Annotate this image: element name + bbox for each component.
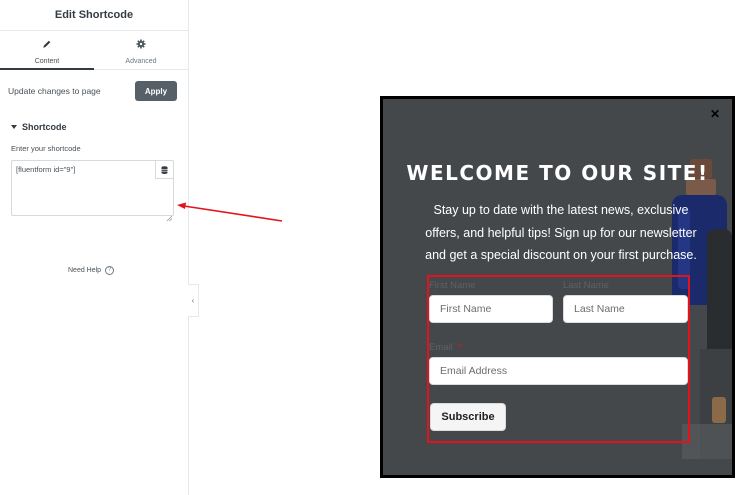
shortcode-textarea[interactable]: [fluentform id="9"] bbox=[11, 160, 174, 222]
resize-handle[interactable] bbox=[166, 208, 173, 222]
panel-tabs: Content Advanced bbox=[0, 31, 188, 70]
popup-title: WELCOME TO OUR SITE! bbox=[406, 161, 709, 185]
popup-description: Stay up to date with the latest news, ex… bbox=[425, 203, 697, 262]
panel-title: Edit Shortcode bbox=[54, 9, 134, 21]
tab-advanced-label: Advanced bbox=[125, 57, 157, 65]
question-icon: ? bbox=[105, 266, 115, 275]
tab-content-label: Content bbox=[34, 57, 60, 65]
update-row: Update changes to page Apply bbox=[0, 70, 188, 112]
last-name-label: Last Name bbox=[563, 280, 609, 291]
email-label-group: Email * bbox=[429, 342, 461, 353]
close-icon[interactable]: ✕ bbox=[710, 108, 720, 120]
shortcode-value: [fluentform id="9"] bbox=[16, 165, 76, 174]
email-input[interactable] bbox=[429, 357, 688, 385]
tab-advanced[interactable]: Advanced bbox=[94, 31, 188, 69]
collapse-panel-button[interactable]: ‹ bbox=[188, 284, 199, 317]
email-label: Email bbox=[429, 342, 453, 353]
section-title: Shortcode bbox=[22, 122, 67, 132]
update-changes-label: Update changes to page bbox=[8, 86, 101, 96]
tab-content[interactable]: Content bbox=[0, 31, 94, 70]
gear-icon bbox=[136, 36, 146, 54]
database-icon bbox=[161, 161, 168, 179]
subscription-form: First Name Last Name Email * Subscribe bbox=[427, 275, 690, 443]
first-name-label: First Name bbox=[429, 280, 476, 291]
last-name-input[interactable] bbox=[563, 295, 688, 323]
apply-button[interactable]: Apply bbox=[135, 81, 177, 101]
need-help-label: Need Help bbox=[68, 267, 102, 274]
subscribe-button[interactable]: Subscribe bbox=[430, 403, 506, 431]
caret-down-icon bbox=[11, 125, 17, 129]
pencil-icon bbox=[42, 36, 52, 54]
editor-panel: Edit Shortcode Content Advanced Update c… bbox=[0, 0, 189, 495]
chevron-left-icon: ‹ bbox=[191, 296, 195, 305]
first-name-input[interactable] bbox=[429, 295, 553, 323]
shortcode-field-label: Enter your shortcode bbox=[11, 144, 81, 153]
newsletter-popup: ✕ WELCOME TO OUR SITE! Stay up to date w… bbox=[380, 96, 735, 478]
shortcode-section-toggle[interactable]: Shortcode bbox=[0, 113, 188, 141]
annotation-arrow bbox=[177, 202, 283, 222]
dynamic-tags-button[interactable] bbox=[155, 161, 173, 179]
need-help-link[interactable]: Need Help ? bbox=[68, 266, 115, 275]
required-marker: * bbox=[457, 342, 462, 353]
panel-header: Edit Shortcode bbox=[0, 0, 188, 31]
